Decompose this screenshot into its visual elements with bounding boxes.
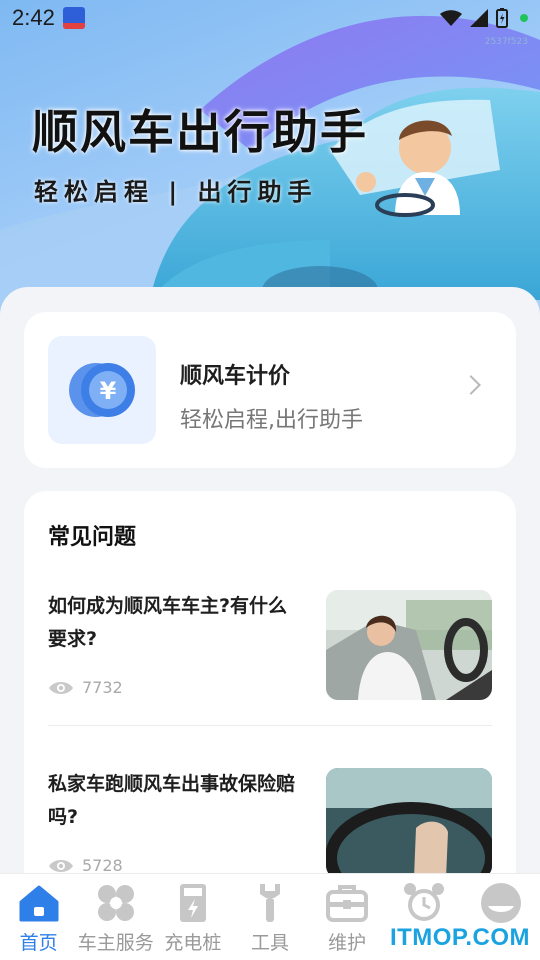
signal-icon [470, 9, 488, 27]
app-notification-icon [62, 7, 85, 29]
nav-label-owner-service: 车主服务 [77, 932, 154, 954]
nav-label-tools: 工具 [250, 932, 289, 954]
hero-subtitle: 轻松启程 | 出行助手 [34, 178, 318, 206]
faq-section: 常见问题 如何成为顺风车车主?有什么要求? 7732 私家车跑顺风车出事故保险赔… [24, 491, 516, 911]
price-card-description: 轻松启程,出行助手 [180, 408, 363, 433]
nav-item-home[interactable]: 首页 [0, 874, 77, 960]
eye-icon [49, 859, 73, 872]
bottom-navigation: 首页 车主服务 充电桩 工具 维护 ITMOP.COM [0, 873, 540, 960]
faq-question: 如何成为顺风车车主?有什么要求? [48, 595, 288, 650]
price-card-title: 顺风车计价 [180, 364, 291, 389]
hero-title: 顺风车出行助手 [32, 105, 368, 159]
status-bar: 2:42 [0, 0, 540, 36]
main-content: ¥ 顺风车计价 轻松启程,出行助手 常见问题 如何成为顺风车车主?有什么要求? … [0, 287, 540, 911]
faq-views: 7732 [48, 678, 123, 697]
status-mini-label: 2537f523 [484, 37, 528, 47]
privacy-indicator-dot [520, 14, 528, 22]
nav-label-maintenance: 维护 [328, 932, 367, 954]
nav-item-tools[interactable]: 工具 [231, 874, 308, 960]
status-time: 2:42 [12, 5, 55, 30]
faq-heading: 常见问题 [48, 525, 137, 550]
home-icon [19, 885, 59, 922]
wrench-icon [259, 884, 280, 922]
eye-icon [49, 681, 73, 694]
nav-label-charging: 充电桩 [164, 932, 222, 954]
status-indicators [440, 8, 528, 28]
svg-text:¥: ¥ [100, 377, 117, 405]
price-icon-box: ¥ [48, 336, 156, 444]
nav-item-owner-service[interactable]: 车主服务 [77, 874, 154, 960]
watermark: ITMOP.COM [389, 924, 530, 951]
faq-divider [48, 725, 492, 726]
nav-item-maintenance[interactable]: 维护 [309, 874, 386, 960]
alarm-clock-icon [404, 883, 445, 921]
faq-view-count: 7732 [82, 678, 123, 697]
flower-icon [97, 885, 134, 921]
toolbox-icon [326, 885, 369, 922]
chevron-right-icon [461, 375, 481, 395]
faq-item[interactable]: 私家车跑顺风车出事故保险赔吗? 5728 [48, 768, 492, 880]
steering-wheel-photo [326, 768, 492, 878]
nav-item-charging[interactable]: 充电桩 [154, 874, 231, 960]
profile-icon [481, 883, 522, 923]
woman-driving-photo [326, 590, 492, 700]
yuan-coin-icon: ¥ [69, 363, 135, 417]
wifi-icon [440, 10, 462, 26]
price-calculator-card[interactable]: ¥ 顺风车计价 轻松启程,出行助手 [24, 312, 516, 468]
faq-item[interactable]: 如何成为顺风车车主?有什么要求? 7732 [48, 590, 492, 702]
battery-icon [496, 8, 508, 28]
hero-banner: 2:42 2537f523 顺风车出行助手 轻松启程 | 出行助手 [0, 0, 540, 320]
faq-question: 私家车跑顺风车出事故保险赔吗? [48, 773, 296, 828]
charging-pile-icon [179, 884, 206, 922]
nav-label-home: 首页 [19, 932, 58, 954]
